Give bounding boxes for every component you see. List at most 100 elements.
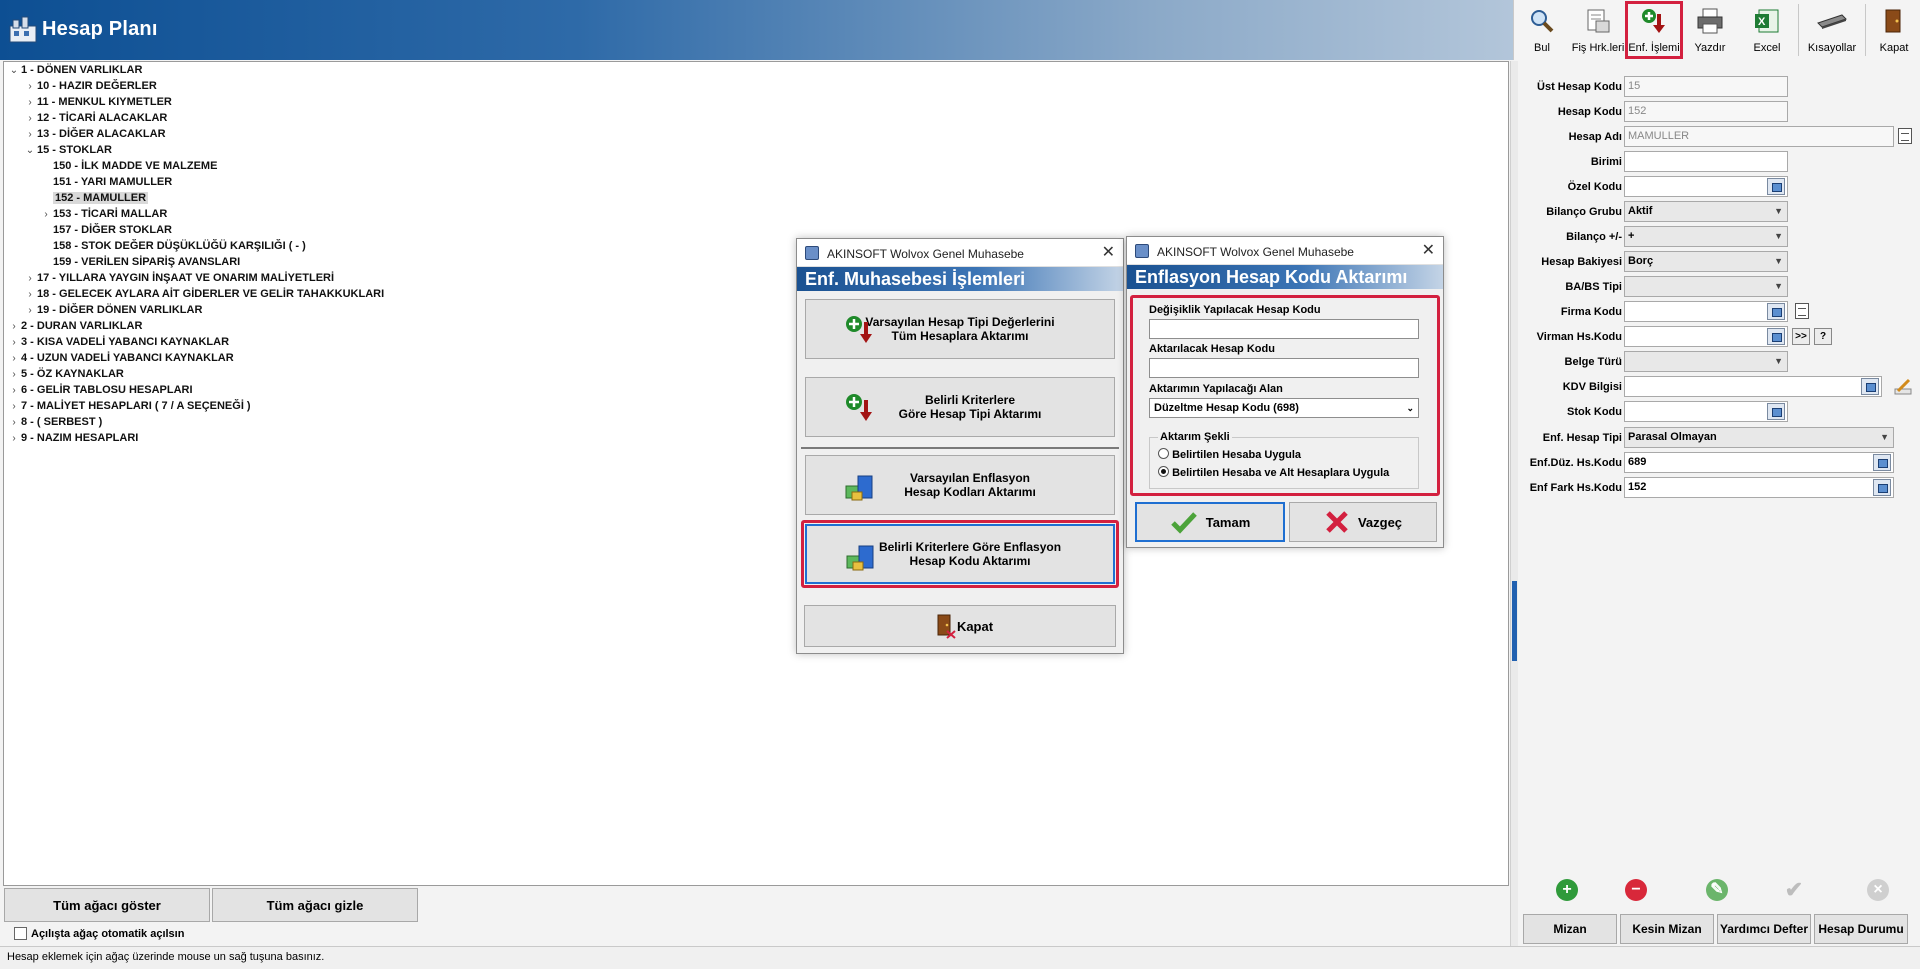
print-button[interactable]: Yazdır	[1682, 2, 1738, 58]
tree-item[interactable]: 157 - DİĞER STOKLAR	[39, 222, 172, 238]
slip-movements-button[interactable]: Fiş Hrk.leri	[1570, 2, 1626, 58]
tree-item[interactable]: › 17 - YILLARA YAYGIN İNŞAAT VE ONARIM MA…	[23, 270, 334, 286]
add-icon[interactable]: +	[1556, 879, 1578, 901]
pencil-icon[interactable]	[1894, 377, 1912, 395]
tree-item[interactable]: › 12 - TİCARİ ALACAKLAR	[23, 110, 167, 126]
collapse-arrow-icon[interactable]: ›	[7, 319, 21, 335]
stok-kodu-field[interactable]	[1624, 401, 1788, 422]
collapse-arrow-icon[interactable]: ›	[23, 95, 37, 111]
tree-item[interactable]: 158 - STOK DEĞER DÜŞÜKLÜĞÜ KARŞILIĞI ( -…	[39, 238, 306, 254]
tree-item[interactable]: › 4 - UZUN VADELİ YABANCI KAYNAKLAR	[7, 350, 233, 367]
cancel-icon[interactable]: ×	[1867, 879, 1889, 901]
close-button[interactable]: Kapat	[1868, 2, 1920, 58]
tree-item[interactable]: 150 - İLK MADDE VE MALZEME	[39, 158, 217, 174]
tree-item[interactable]: › 18 - GELECEK AYLARA AİT GİDERLER VE GEL…	[23, 286, 384, 302]
collapse-arrow-icon[interactable]: ›	[23, 111, 37, 127]
hesap-adi-field[interactable]: MAMULLER	[1624, 126, 1894, 147]
criteria-account-type-transfer-button[interactable]: Belirli Kriterlere Göre Hesap Tipi Aktarı…	[805, 377, 1115, 437]
splitter-grip[interactable]	[1512, 581, 1517, 661]
tree-item[interactable]: › 19 - DİĞER DÖNEN VARLIKLAR	[23, 302, 202, 318]
lookup-icon[interactable]	[1873, 479, 1891, 496]
radio-apply-account[interactable]: Belirtilen Hesaba Uygula	[1158, 448, 1301, 461]
radio-apply-account-and-sub[interactable]: Belirtilen Hesaba ve Alt Hesaplara Uygul…	[1158, 466, 1389, 479]
expand-arrow-icon[interactable]: ⌄	[23, 143, 37, 159]
tree-item[interactable]: › 6 - GELİR TABLOSU HESAPLARI	[7, 382, 192, 399]
radio-circle[interactable]	[1158, 448, 1169, 459]
auto-open-tree-checkbox[interactable]: Açılışta ağaç otomatik açılsın	[14, 927, 184, 940]
tree-item[interactable]: 152 - MAMULLER	[39, 190, 149, 206]
ozel-kodu-field[interactable]	[1624, 176, 1788, 197]
yardimci-defter-button[interactable]: Yardımcı Defter	[1717, 914, 1811, 944]
criteria-inflation-code-transfer-button[interactable]: Belirli Kriterlere Göre Enflasyon Hesap K…	[805, 524, 1115, 584]
inflation-operation-button[interactable]: Enf. İşlemi	[1625, 1, 1683, 59]
collapse-arrow-icon[interactable]: ›	[7, 351, 21, 367]
collapse-arrow-icon[interactable]: ›	[7, 335, 21, 351]
hide-all-tree-button[interactable]: Tüm ağacı gizle	[212, 888, 418, 922]
birimi-field[interactable]	[1624, 151, 1788, 172]
hesap-durumu-button[interactable]: Hesap Durumu	[1814, 914, 1908, 944]
find-button[interactable]: Bul	[1514, 2, 1570, 58]
document-icon[interactable]	[1898, 128, 1912, 144]
collapse-arrow-icon[interactable]: ›	[7, 367, 21, 383]
firma-kodu-field[interactable]	[1624, 301, 1788, 322]
delete-icon[interactable]: −	[1625, 879, 1647, 901]
collapse-arrow-icon[interactable]: ›	[39, 207, 53, 223]
document-icon[interactable]	[1795, 303, 1809, 319]
show-all-tree-button[interactable]: Tüm ağacı göster	[4, 888, 210, 922]
close-icon[interactable]: ✕	[1102, 242, 1115, 262]
ba-bs-tipi-select[interactable]: ▼	[1624, 276, 1788, 297]
lookup-icon[interactable]	[1861, 378, 1879, 395]
panel-splitter[interactable]	[1510, 61, 1518, 946]
collapse-arrow-icon[interactable]: ›	[7, 383, 21, 399]
bilanco-grubu-select[interactable]: Aktif ▼	[1624, 201, 1788, 222]
kdv-bilgisi-field[interactable]	[1624, 376, 1882, 397]
enf-fark-field[interactable]: 152	[1624, 477, 1894, 498]
collapse-arrow-icon[interactable]: ›	[23, 271, 37, 287]
dialog-close-button[interactable]: Kapat	[804, 605, 1116, 647]
excel-button[interactable]: X Excel	[1738, 2, 1796, 58]
lookup-icon[interactable]	[1767, 303, 1785, 320]
mizan-button[interactable]: Mizan	[1523, 914, 1617, 944]
lookup-icon[interactable]	[1767, 328, 1785, 345]
tree-item[interactable]: › 9 - NAZIM HESAPLARI	[7, 430, 138, 446]
cancel-button[interactable]: Vazgeç	[1289, 502, 1437, 542]
tree-item[interactable]: › 5 - ÖZ KAYNAKLAR	[7, 366, 124, 382]
lookup-icon[interactable]	[1873, 454, 1891, 471]
tree-item[interactable]: 151 - YARI MAMULLER	[39, 174, 172, 190]
kesin-mizan-button[interactable]: Kesin Mizan	[1620, 914, 1714, 944]
target-code-input[interactable]	[1149, 358, 1419, 378]
tree-item[interactable]: › 153 - TİCARİ MALLAR	[39, 206, 167, 222]
virman-next-button[interactable]: >>	[1792, 328, 1810, 345]
ok-button[interactable]: Tamam	[1135, 502, 1285, 542]
virman-help-button[interactable]: ?	[1814, 328, 1832, 345]
ust-hesap-kodu-field[interactable]: 15	[1624, 76, 1788, 97]
tree-item[interactable]: › 2 - DURAN VARLIKLAR	[7, 318, 142, 334]
lookup-icon[interactable]	[1767, 403, 1785, 420]
default-inflation-codes-transfer-button[interactable]: Varsayılan Enflasyon Hesap Kodları Aktarı…	[805, 455, 1115, 515]
enf-hesap-tipi-select[interactable]: Parasal Olmayan ▼	[1624, 427, 1894, 448]
tree-item[interactable]: › 7 - MALİYET HESAPLARI ( 7 / A SEÇENEĞİ …	[7, 398, 250, 415]
expand-arrow-icon[interactable]: ⌄	[7, 63, 21, 79]
tree-item[interactable]: ⌄ 15 - STOKLAR	[23, 142, 112, 158]
belge-turu-select[interactable]: ▼	[1624, 351, 1788, 372]
tree-item[interactable]: › 8 - ( SERBEST )	[7, 414, 102, 430]
confirm-icon[interactable]: ✔	[1783, 879, 1805, 901]
shortcuts-button[interactable]: Kısayollar	[1801, 2, 1863, 58]
collapse-arrow-icon[interactable]: ›	[7, 399, 21, 415]
edit-icon[interactable]: ✎	[1706, 879, 1728, 901]
tree-item[interactable]: › 10 - HAZIR DEĞERLER	[23, 78, 156, 95]
collapse-arrow-icon[interactable]: ›	[23, 79, 37, 95]
tree-item[interactable]: › 13 - DİĞER ALACAKLAR	[23, 126, 165, 142]
collapse-arrow-icon[interactable]: ›	[7, 431, 21, 447]
collapse-arrow-icon[interactable]: ›	[7, 415, 21, 431]
close-icon[interactable]: ✕	[1422, 240, 1435, 260]
bilanco-pm-select[interactable]: + ▼	[1624, 226, 1788, 247]
enf-duz-field[interactable]: 689	[1624, 452, 1894, 473]
target-field-select[interactable]: Düzeltme Hesap Kodu (698) ⌄	[1149, 398, 1419, 418]
lookup-icon[interactable]	[1767, 178, 1785, 195]
hesap-kodu-field[interactable]: 152	[1624, 101, 1788, 122]
tree-item[interactable]: › 11 - MENKUL KIYMETLER	[23, 94, 172, 110]
default-account-type-transfer-button[interactable]: Varsayılan Hesap Tipi Değerlerini Tüm Hes…	[805, 299, 1115, 359]
source-code-input[interactable]	[1149, 319, 1419, 339]
tree-item[interactable]: 159 - VERİLEN SİPARİŞ AVANSLARI	[39, 254, 240, 270]
